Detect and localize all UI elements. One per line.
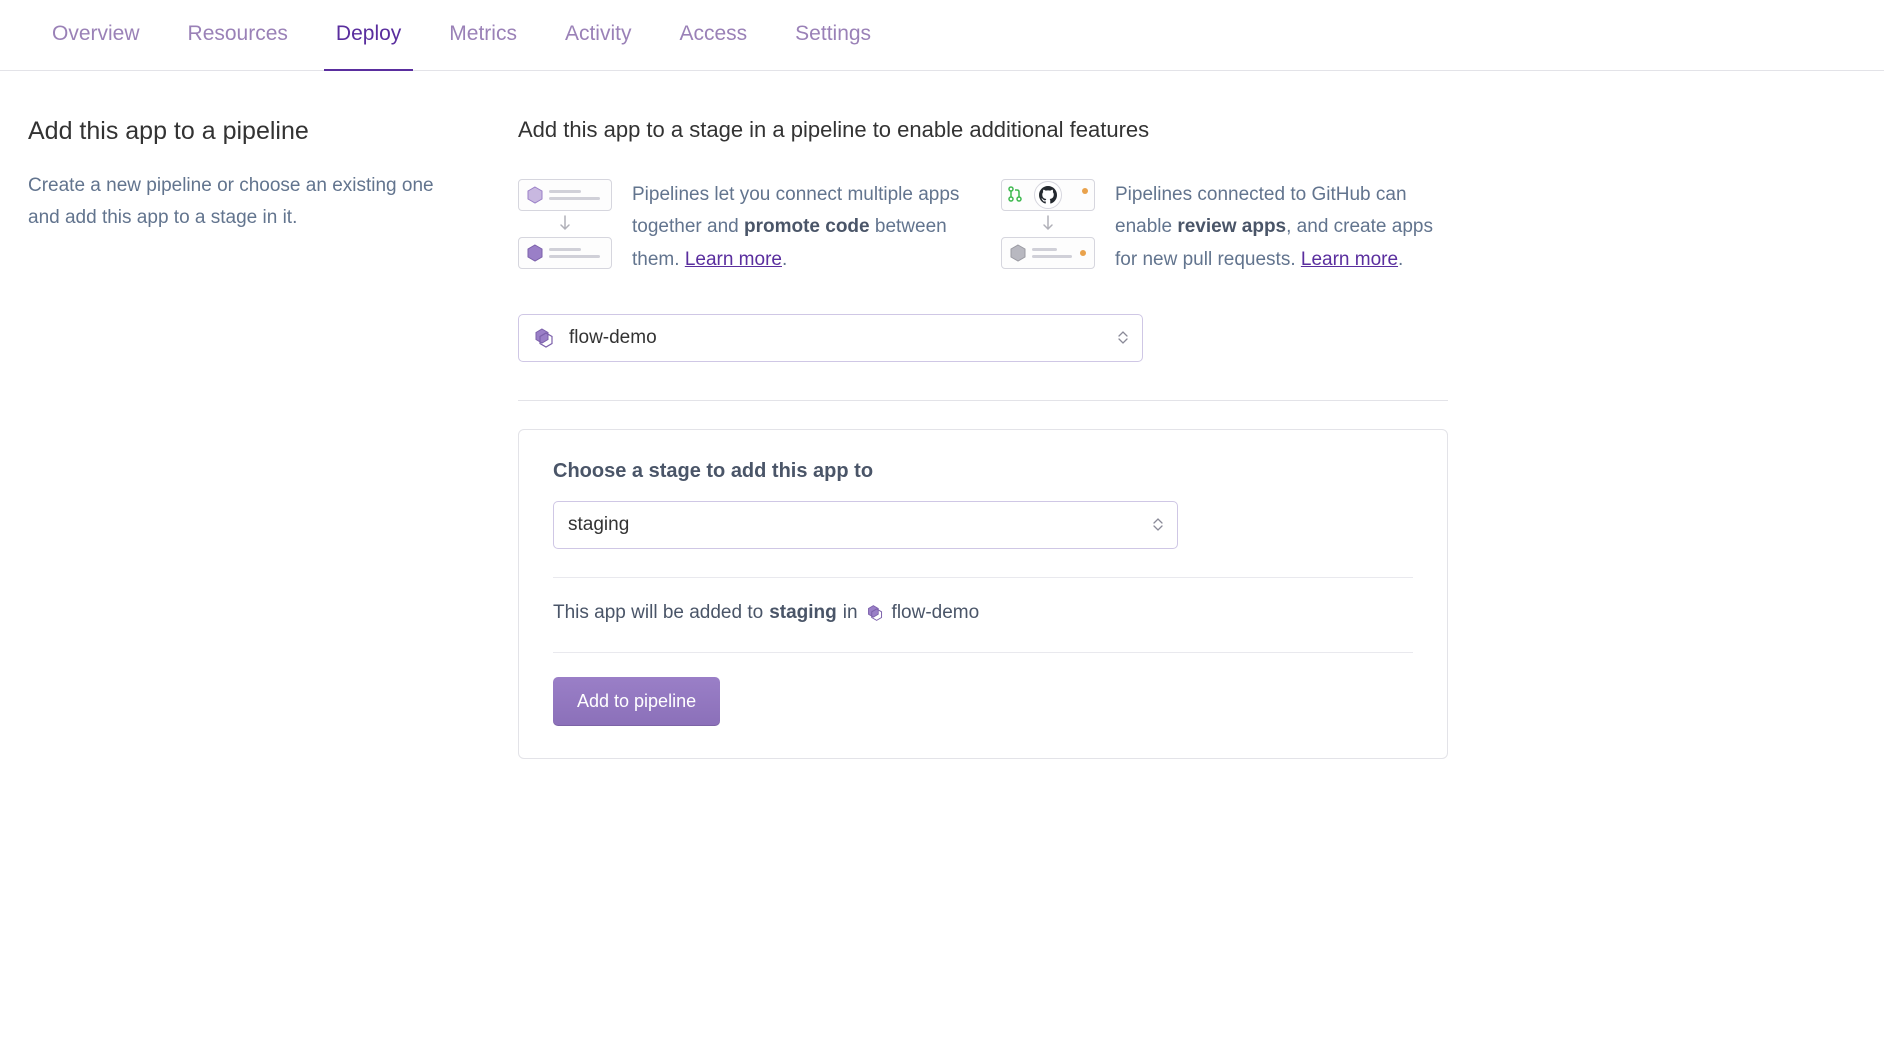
arrow-down-icon bbox=[558, 213, 572, 235]
diagram-card-top bbox=[518, 179, 612, 211]
summary-segment: This app will be added to bbox=[553, 602, 763, 624]
stage-select-value: staging bbox=[568, 514, 629, 536]
add-to-pipeline-button[interactable]: Add to pipeline bbox=[553, 677, 720, 726]
arrow-down-icon bbox=[1041, 213, 1055, 235]
summary-segment: in bbox=[843, 602, 858, 624]
chevron-up-down-icon bbox=[1153, 518, 1163, 531]
main-heading: Add this app to a stage in a pipeline to… bbox=[518, 117, 1448, 143]
tab-settings[interactable]: Settings bbox=[771, 0, 895, 70]
summary-text: This app will be added to staging in flo… bbox=[553, 602, 1413, 624]
tab-resources[interactable]: Resources bbox=[164, 0, 312, 70]
diagram-card-bottom bbox=[518, 237, 612, 269]
pipeline-icon bbox=[533, 327, 555, 349]
diagram-card-bottom bbox=[1001, 237, 1095, 269]
stage-panel: Choose a stage to add this app to stagin… bbox=[518, 429, 1448, 759]
tab-deploy[interactable]: Deploy bbox=[312, 0, 425, 70]
diagram-github bbox=[1001, 179, 1095, 276]
tab-access[interactable]: Access bbox=[655, 0, 771, 70]
info-row: Pipelines let you connect multiple apps … bbox=[518, 179, 1448, 276]
hexagon-icon bbox=[527, 186, 543, 204]
summary-pipeline: flow-demo bbox=[892, 602, 980, 624]
pipeline-select-value: flow-demo bbox=[569, 327, 657, 349]
info-block-promote: Pipelines let you connect multiple apps … bbox=[518, 179, 965, 276]
divider bbox=[553, 577, 1413, 578]
info-text-bold: review apps bbox=[1177, 216, 1286, 237]
info-text-promote: Pipelines let you connect multiple apps … bbox=[632, 179, 965, 276]
section-description: Create a new pipeline or choose an exist… bbox=[28, 170, 458, 235]
stage-select[interactable]: staging bbox=[553, 501, 1178, 549]
divider bbox=[518, 400, 1448, 401]
learn-more-link[interactable]: Learn more bbox=[685, 249, 782, 270]
sidebar-section: Add this app to a pipeline Create a new … bbox=[28, 117, 458, 759]
content-area: Add this app to a pipeline Create a new … bbox=[0, 71, 1884, 799]
tab-activity[interactable]: Activity bbox=[541, 0, 656, 70]
diagram-promote bbox=[518, 179, 612, 276]
summary-stage: staging bbox=[769, 602, 837, 624]
info-text-github: Pipelines connected to GitHub can enable… bbox=[1115, 179, 1448, 276]
tab-overview[interactable]: Overview bbox=[28, 0, 164, 70]
status-dot-icon bbox=[1080, 250, 1086, 256]
pipeline-select[interactable]: flow-demo bbox=[518, 314, 1143, 362]
info-text-bold: promote code bbox=[744, 216, 870, 237]
section-title: Add this app to a pipeline bbox=[28, 117, 458, 146]
chevron-up-down-icon bbox=[1118, 331, 1128, 344]
github-icon bbox=[1034, 181, 1062, 209]
pipeline-icon bbox=[866, 604, 884, 622]
pull-request-icon bbox=[1008, 186, 1022, 207]
hexagon-icon bbox=[527, 244, 543, 262]
learn-more-link[interactable]: Learn more bbox=[1301, 249, 1398, 270]
divider bbox=[553, 652, 1413, 653]
tab-metrics[interactable]: Metrics bbox=[425, 0, 541, 70]
status-dot-icon bbox=[1082, 188, 1088, 194]
panel-label: Choose a stage to add this app to bbox=[553, 460, 1413, 483]
tab-bar: Overview Resources Deploy Metrics Activi… bbox=[0, 0, 1884, 71]
hexagon-icon bbox=[1010, 244, 1026, 262]
main-section: Add this app to a stage in a pipeline to… bbox=[518, 117, 1448, 759]
info-block-github: Pipelines connected to GitHub can enable… bbox=[1001, 179, 1448, 276]
